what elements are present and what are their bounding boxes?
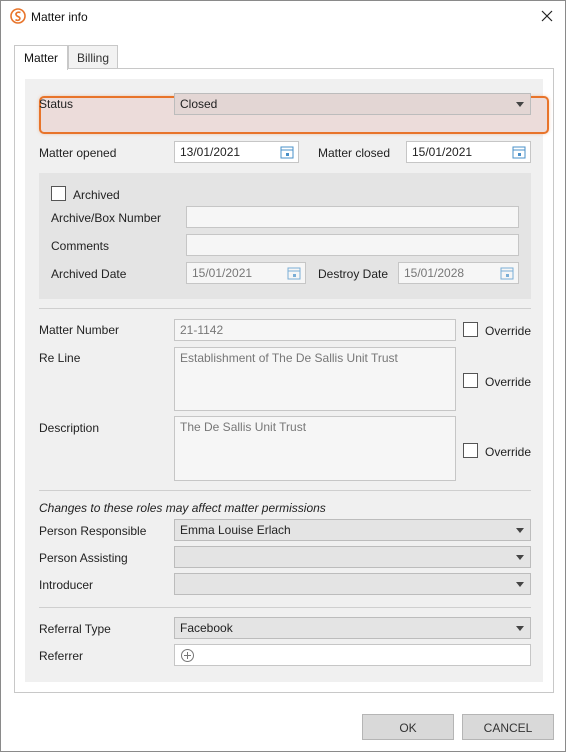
re-line-override-checkbox[interactable] — [463, 373, 478, 388]
destroy-date-field[interactable]: 15/01/2028 — [398, 262, 519, 284]
roles-permission-note: Changes to these roles may affect matter… — [39, 501, 326, 515]
chevron-down-icon — [516, 102, 524, 107]
introducer-select[interactable] — [174, 573, 531, 595]
archived-checkbox[interactable] — [51, 186, 66, 201]
tab-billing[interactable]: Billing — [68, 45, 118, 69]
comments-label: Comments — [51, 239, 110, 253]
calendar-icon[interactable] — [512, 145, 526, 159]
person-responsible-select[interactable]: Emma Louise Erlach — [174, 519, 531, 541]
archive-box-number-field[interactable] — [186, 206, 519, 228]
description-field[interactable]: The De Sallis Unit Trust — [174, 416, 456, 481]
description-override-label: Override — [485, 445, 532, 459]
ok-button[interactable]: OK — [362, 714, 454, 740]
close-icon[interactable] — [535, 5, 559, 27]
window-title: Matter info — [31, 10, 88, 24]
chevron-down-icon — [516, 528, 524, 533]
matter-tab-panel: Status Closed Matter opened 13/01/2021 M… — [14, 68, 554, 693]
archived-label: Archived — [73, 188, 120, 202]
description-label: Description — [39, 421, 100, 435]
matter-number-value: 21-1142 — [180, 323, 224, 337]
introducer-label: Introducer — [39, 578, 94, 592]
cancel-button[interactable]: CANCEL — [462, 714, 554, 740]
archive-box-number-label: Archive/Box Number — [51, 211, 162, 225]
comments-field[interactable] — [186, 234, 519, 256]
matter-opened-label: Matter opened — [39, 146, 117, 160]
tab-matter-label: Matter — [23, 51, 58, 65]
app-logo-icon — [10, 8, 26, 24]
archived-date-label: Archived Date — [51, 267, 127, 281]
referral-type-value: Facebook — [180, 621, 233, 635]
description-value: The De Sallis Unit Trust — [180, 420, 307, 434]
referrer-field[interactable] — [174, 644, 531, 666]
person-responsible-label: Person Responsible — [39, 524, 147, 538]
divider — [39, 490, 531, 491]
archived-date-value: 15/01/2021 — [192, 266, 253, 280]
matter-number-field[interactable]: 21-1142 — [174, 319, 456, 341]
status-label: Status — [39, 97, 74, 111]
re-line-field[interactable]: Establishment of The De Sallis Unit Trus… — [174, 347, 456, 411]
re-line-override-label: Override — [485, 375, 532, 389]
re-line-value: Establishment of The De Sallis Unit Trus… — [180, 351, 398, 365]
matter-closed-value: 15/01/2021 — [412, 145, 473, 159]
person-assisting-label: Person Assisting — [39, 551, 128, 565]
referral-type-select[interactable]: Facebook — [174, 617, 531, 639]
person-assisting-select[interactable] — [174, 546, 531, 568]
calendar-icon[interactable] — [500, 266, 514, 280]
re-line-label: Re Line — [39, 351, 81, 365]
chevron-down-icon — [516, 582, 524, 587]
status-select[interactable]: Closed — [174, 93, 531, 115]
status-value: Closed — [180, 97, 218, 111]
matter-number-override-checkbox[interactable] — [463, 322, 478, 337]
destroy-date-label: Destroy Date — [318, 267, 389, 281]
archive-group: Archived Archive/Box Number Comments Arc… — [39, 173, 531, 299]
tab-matter[interactable]: Matter — [14, 45, 68, 70]
matter-closed-field[interactable]: 15/01/2021 — [406, 141, 531, 163]
chevron-down-icon — [516, 626, 524, 631]
tab-billing-label: Billing — [76, 51, 109, 65]
referral-type-label: Referral Type — [39, 622, 111, 636]
destroy-date-value: 15/01/2028 — [404, 266, 465, 280]
matter-info-dialog: Matter info Matter Billing Status Closed… — [0, 0, 566, 752]
description-override-checkbox[interactable] — [463, 443, 478, 458]
matter-opened-value: 13/01/2021 — [180, 145, 241, 159]
referrer-label: Referrer — [39, 649, 84, 663]
person-responsible-value: Emma Louise Erlach — [180, 523, 291, 537]
divider — [39, 308, 531, 309]
calendar-icon[interactable] — [287, 266, 301, 280]
archived-date-field[interactable]: 15/01/2021 — [186, 262, 306, 284]
divider — [39, 607, 531, 608]
matter-number-override-label: Override — [485, 324, 532, 338]
title-bar: Matter info — [1, 1, 565, 33]
add-icon[interactable] — [181, 649, 194, 662]
matter-closed-label: Matter closed — [318, 146, 391, 160]
calendar-icon[interactable] — [280, 145, 294, 159]
matter-number-label: Matter Number — [39, 323, 120, 337]
chevron-down-icon — [516, 555, 524, 560]
matter-opened-field[interactable]: 13/01/2021 — [174, 141, 299, 163]
matter-form: Status Closed Matter opened 13/01/2021 M… — [25, 79, 549, 682]
